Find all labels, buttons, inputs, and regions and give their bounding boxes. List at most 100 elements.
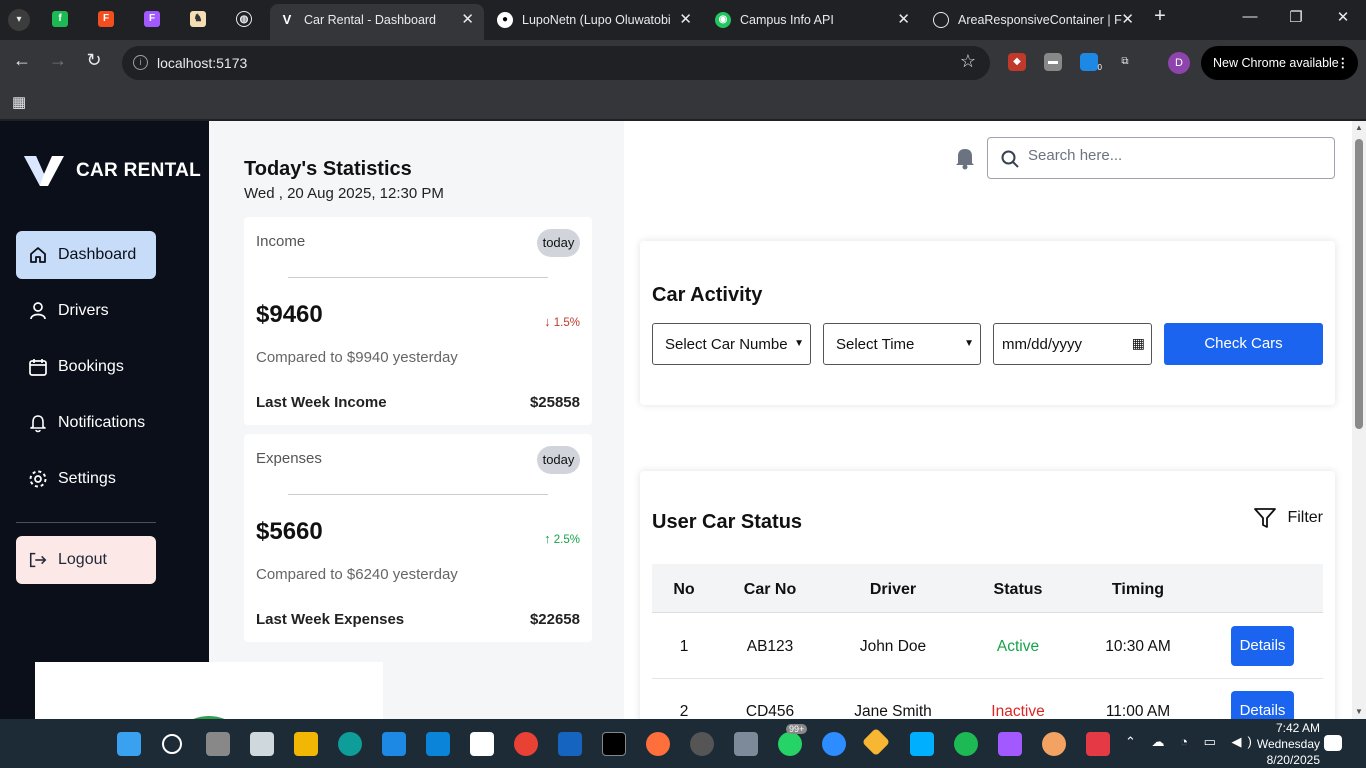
- details-button[interactable]: Details: [1231, 691, 1294, 719]
- close-tab-icon[interactable]: ✕: [461, 4, 474, 36]
- search-box[interactable]: [987, 137, 1335, 179]
- back-icon[interactable]: ←: [9, 50, 35, 71]
- cell-no: 1: [679, 638, 689, 655]
- card-divider: [288, 494, 548, 495]
- bookmark-star-icon[interactable]: ☆: [960, 51, 976, 72]
- play-icon[interactable]: [910, 732, 934, 756]
- sidebar-item-settings[interactable]: Settings: [16, 455, 156, 503]
- profile-avatar[interactable]: D: [1168, 52, 1190, 74]
- sidebar-item-notifications[interactable]: Notifications: [16, 399, 156, 447]
- column-header: Driver: [869, 581, 917, 598]
- pinned-tab-figma-icon[interactable]: F: [98, 11, 114, 27]
- app-icon[interactable]: [470, 732, 494, 756]
- clock[interactable]: 7:42 AM Wednesday 8/20/2025: [1236, 720, 1320, 768]
- main-content: Car Activity Select Car Numbe ▼ Select T…: [624, 121, 1352, 719]
- app-icon[interactable]: [1086, 732, 1110, 756]
- pinned-tab-globe-icon[interactable]: ◍: [236, 11, 252, 27]
- windows-start-icon[interactable]: [117, 732, 141, 756]
- page-scrollbar[interactable]: ▲ ▼: [1352, 121, 1366, 719]
- time-select[interactable]: Select Time ▼: [823, 323, 981, 365]
- search-input[interactable]: [1028, 147, 1318, 164]
- sidebar-item-bookings[interactable]: Bookings: [16, 343, 156, 391]
- new-tab-icon[interactable]: +: [1148, 5, 1172, 28]
- close-tab-icon[interactable]: ✕: [679, 4, 692, 36]
- apps-grid-icon[interactable]: ▦: [12, 93, 26, 111]
- income-change-value: 1.5%: [553, 317, 580, 329]
- close-tab-icon[interactable]: ✕: [897, 4, 910, 36]
- sidebar-item-dashboard[interactable]: Dashboard: [16, 231, 156, 279]
- details-button[interactable]: Details: [1231, 626, 1294, 666]
- widgets-icon[interactable]: [250, 732, 274, 756]
- chrome-icon[interactable]: [514, 732, 538, 756]
- edge-icon[interactable]: [338, 732, 362, 756]
- windows-taskbar: 99+ ⌃ ☁ ◔ ▭ ◀) 7:42 AM Wednesday 8/20/20…: [0, 719, 1366, 768]
- address-text: localhost:5173: [157, 55, 248, 71]
- extension-icon[interactable]: ▬: [1044, 53, 1062, 71]
- income-change: ↓ 1.5%: [544, 314, 580, 329]
- logout-label: Logout: [58, 551, 107, 568]
- media-icon[interactable]: [690, 732, 714, 756]
- cell-no: 2: [679, 703, 689, 719]
- date-input-placeholder: mm/dd/yyyy: [1002, 336, 1083, 353]
- car-activity-title: Car Activity: [652, 284, 763, 306]
- address-bar[interactable]: i localhost:5173 ☆: [122, 46, 990, 80]
- sidebar-item-drivers[interactable]: Drivers: [16, 287, 156, 335]
- tab-campus-info[interactable]: ◉ Campus Info API ✕: [706, 4, 920, 40]
- zoom-icon[interactable]: [822, 732, 846, 756]
- tab-area-responsive[interactable]: AreaResponsiveContainer | F ✕: [924, 4, 1144, 40]
- scrollbar-thumb[interactable]: [1355, 139, 1363, 429]
- figma-icon[interactable]: [998, 732, 1022, 756]
- mail-icon[interactable]: [558, 732, 582, 756]
- car-number-select[interactable]: Select Car Numbe ▼: [652, 323, 811, 365]
- user-car-status-title: User Car Status: [652, 511, 803, 533]
- store-icon[interactable]: [382, 732, 406, 756]
- extension-icon[interactable]: 0: [1080, 53, 1102, 72]
- gear-icon: [28, 469, 48, 489]
- postman-icon[interactable]: [646, 732, 670, 756]
- forward-icon[interactable]: →: [45, 50, 71, 71]
- tab-car-rental[interactable]: V Car Rental - Dashboard ✕: [270, 4, 484, 40]
- restore-icon[interactable]: ❐: [1284, 8, 1308, 26]
- file-explorer-icon[interactable]: [294, 732, 318, 756]
- site-info-icon[interactable]: i: [133, 55, 148, 70]
- whatsapp-icon[interactable]: 99+: [778, 724, 808, 756]
- check-cars-button[interactable]: Check Cars: [1164, 323, 1323, 365]
- statistics-date: Wed , 20 Aug 2025, 12:30 PM: [244, 185, 444, 202]
- brand-logo[interactable]: CAR RENTAL: [24, 156, 201, 186]
- extension-icon[interactable]: ◆: [1008, 53, 1026, 71]
- task-view-icon[interactable]: [206, 732, 230, 756]
- cell-driver: Jane Smith: [854, 703, 932, 719]
- close-tab-icon[interactable]: ✕: [1121, 4, 1134, 36]
- brand-name: CAR RENTAL: [76, 160, 202, 181]
- notification-center-icon[interactable]: [1324, 735, 1342, 751]
- expenses-card: Expenses today $5660 ↑ 2.5% Compared to …: [244, 434, 592, 642]
- app-icon[interactable]: [861, 727, 891, 757]
- logout-button[interactable]: Logout: [16, 536, 156, 584]
- close-window-icon[interactable]: ✕: [1331, 8, 1355, 26]
- scroll-down-icon[interactable]: ▼: [1355, 707, 1363, 716]
- sidebar-item-label: Notifications: [58, 414, 146, 431]
- spotify-icon[interactable]: [954, 732, 978, 756]
- pinned-tab-figma-icon[interactable]: F: [144, 11, 160, 27]
- pinned-tab-icon[interactable]: f: [52, 11, 68, 27]
- minimize-icon[interactable]: —: [1238, 8, 1262, 25]
- vscode-icon[interactable]: [426, 732, 450, 756]
- notification-bell-icon[interactable]: [954, 146, 976, 175]
- scroll-up-icon[interactable]: ▲: [1355, 123, 1363, 132]
- sidebar-divider: [16, 522, 156, 523]
- pinned-tab-icon[interactable]: ♞: [190, 11, 206, 27]
- tab-github[interactable]: ● LupoNetn (Lupo Oluwatobi ✕: [488, 4, 702, 40]
- filter-button[interactable]: Filter: [1253, 507, 1323, 529]
- search-icon[interactable]: [162, 734, 182, 754]
- chart-card: [35, 662, 383, 719]
- new-chrome-available-button[interactable]: New Chrome available ⋮: [1201, 46, 1358, 80]
- app-icon[interactable]: [1042, 732, 1066, 756]
- tab-search-button[interactable]: ▾: [8, 9, 30, 31]
- date-input[interactable]: mm/dd/yyyy ▦: [993, 323, 1152, 365]
- terminal-icon[interactable]: [602, 732, 626, 756]
- more-menu-icon[interactable]: ⋮: [1337, 46, 1350, 80]
- calendar-icon[interactable]: ▦: [1132, 335, 1145, 352]
- settings-gear-icon[interactable]: [734, 732, 758, 756]
- reload-icon[interactable]: ↻: [81, 50, 107, 71]
- extensions-puzzle-icon[interactable]: ⧉: [1116, 53, 1134, 71]
